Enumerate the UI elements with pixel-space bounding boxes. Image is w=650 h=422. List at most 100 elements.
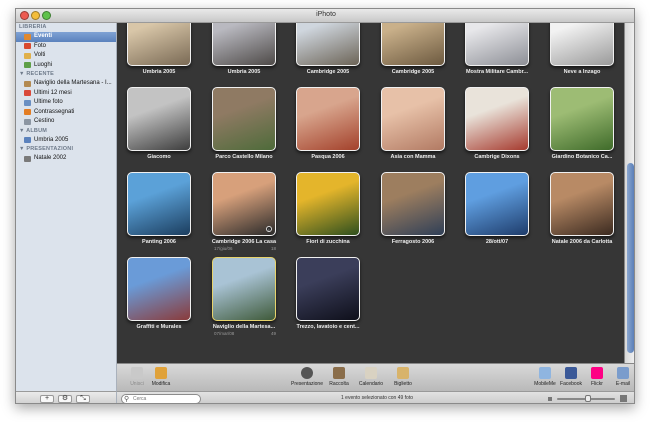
- toolbar-button-edit-pencil[interactable]: Modifica: [141, 367, 181, 387]
- event-tile[interactable]: Trezzo, lavatoio e cent...: [286, 257, 370, 337]
- sidebar-item[interactable]: Volti: [16, 51, 116, 61]
- event-tile[interactable]: Naviglio della Martesa... 07/mar/08 49: [202, 257, 286, 337]
- event-title[interactable]: Graffiti e Murales: [117, 324, 201, 330]
- event-thumbnail[interactable]: [550, 23, 614, 66]
- calendar-icon: [365, 367, 377, 379]
- search-input[interactable]: [133, 395, 199, 403]
- search-field[interactable]: ⚲: [121, 394, 201, 403]
- event-thumbnail[interactable]: [381, 172, 445, 236]
- toolbar-button-mail[interactable]: E-mail: [603, 367, 634, 387]
- event-thumbnail[interactable]: i: [212, 172, 276, 236]
- event-tile[interactable]: Umbria 2005: [117, 23, 201, 82]
- sidebar-item-label: Foto: [34, 42, 47, 49]
- event-thumbnail[interactable]: [212, 23, 276, 66]
- scrollbar-thumb[interactable]: [627, 163, 634, 353]
- event-tile[interactable]: Parco Castello Milano: [202, 87, 286, 167]
- event-tile[interactable]: Natale 2006 da Carlotta: [540, 172, 624, 252]
- event-thumbnail[interactable]: [296, 172, 360, 236]
- event-thumbnail[interactable]: [550, 87, 614, 151]
- vertical-scrollbar[interactable]: [624, 23, 634, 363]
- event-thumbnail[interactable]: [465, 23, 529, 66]
- toolbar-button-card[interactable]: Biglietto: [383, 367, 423, 387]
- event-thumbnail[interactable]: [465, 172, 529, 236]
- event-tile[interactable]: i Cambridge 2006 La casa 17/giu/06 18: [202, 172, 286, 252]
- trash-icon: [24, 118, 31, 125]
- events-grid[interactable]: Umbria 2005 Umbria 2005 Cambridge 2005 Camb…: [117, 23, 624, 363]
- sidebar-item[interactable]: Umbria 2005: [16, 136, 116, 146]
- add-button[interactable]: +: [40, 395, 54, 403]
- event-title[interactable]: Naviglio della Martesa...: [202, 324, 286, 330]
- event-tile[interactable]: Graffiti e Murales: [117, 257, 201, 337]
- event-title[interactable]: Umbria 2005: [117, 69, 201, 75]
- gear-icon: ⚙: [61, 395, 69, 402]
- event-thumbnail[interactable]: [127, 257, 191, 321]
- play-icon: [301, 367, 313, 379]
- event-title[interactable]: Cambridge 2006 La casa: [202, 239, 286, 245]
- event-tile[interactable]: Giardino Botanico Ca...: [540, 87, 624, 167]
- event-title[interactable]: Fiori di zucchina: [286, 239, 370, 245]
- event-thumbnail[interactable]: [127, 23, 191, 66]
- event-title[interactable]: Pasqua 2006: [286, 154, 370, 160]
- event-tile[interactable]: Neve a Inzago: [540, 23, 624, 82]
- event-thumbnail[interactable]: [381, 87, 445, 151]
- fullscreen-button[interactable]: ⤡: [76, 395, 90, 403]
- sidebar-item[interactable]: Ultimi 12 mesi: [16, 89, 116, 99]
- event-tile[interactable]: Mostra Militare Cambr...: [455, 23, 539, 82]
- event-title[interactable]: Asia con Mamma: [371, 154, 455, 160]
- event-thumbnail[interactable]: [127, 87, 191, 151]
- sidebar-section-header: ▼ PRESENTAZIONI: [19, 146, 74, 152]
- event-title[interactable]: 28/ott/07: [455, 239, 539, 245]
- event-title[interactable]: Natale 2006 da Carlotta: [540, 239, 624, 245]
- event-thumbnail[interactable]: [212, 257, 276, 321]
- info-icon[interactable]: i: [266, 226, 272, 232]
- event-tile[interactable]: Fiori di zucchina: [286, 172, 370, 252]
- event-tile[interactable]: Cambridge 2005: [286, 23, 370, 82]
- event-tile[interactable]: Asia con Mamma: [371, 87, 455, 167]
- sidebar-item[interactable]: Luoghi: [16, 61, 116, 71]
- event-thumbnail[interactable]: [212, 87, 276, 151]
- event-thumbnail[interactable]: [465, 87, 529, 151]
- event-title[interactable]: Giardino Botanico Ca...: [540, 154, 624, 160]
- event-title[interactable]: Parco Castello Milano: [202, 154, 286, 160]
- event-thumbnail[interactable]: [296, 23, 360, 66]
- event-tile[interactable]: Cambridge 2005: [371, 23, 455, 82]
- event-title[interactable]: Cambrige Dixons: [455, 154, 539, 160]
- sidebar-item[interactable]: Eventi: [16, 32, 116, 42]
- toolbar-label: Modifica: [151, 381, 171, 387]
- event-title[interactable]: Cambridge 2005: [371, 69, 455, 75]
- event-thumbnail[interactable]: [550, 172, 614, 236]
- event-tile[interactable]: Umbria 2005: [202, 23, 286, 82]
- event-tile[interactable]: Cambrige Dixons: [455, 87, 539, 167]
- event-tile[interactable]: Panting 2006: [117, 172, 201, 252]
- event-title[interactable]: Mostra Militare Cambr...: [455, 69, 539, 75]
- event-thumbnail[interactable]: [296, 257, 360, 321]
- sidebar-item[interactable]: Ultime foto: [16, 98, 116, 108]
- event-tile[interactable]: Pasqua 2006: [286, 87, 370, 167]
- sidebar-item[interactable]: Cestino: [16, 117, 116, 127]
- event-tile[interactable]: Giacomo: [117, 87, 201, 167]
- event-tile[interactable]: 28/ott/07: [455, 172, 539, 252]
- event-title[interactable]: Trezzo, lavatoio e cent...: [286, 324, 370, 330]
- sidebar-item[interactable]: Naviglio della Martesana - I...: [16, 79, 116, 89]
- event-tile[interactable]: Ferragosto 2006: [371, 172, 455, 252]
- event-thumbnail[interactable]: [127, 172, 191, 236]
- event-thumbnail[interactable]: [296, 87, 360, 151]
- event-title[interactable]: Ferragosto 2006: [371, 239, 455, 245]
- sidebar-item[interactable]: Contrassegnati: [16, 108, 116, 118]
- zoom-slider[interactable]: [557, 395, 615, 402]
- sidebar-section-header: ▼ RECENTE: [19, 71, 55, 77]
- zoom-small-icon: [548, 397, 552, 401]
- event-title[interactable]: Cambridge 2005: [286, 69, 370, 75]
- event-thumbnail[interactable]: [381, 23, 445, 66]
- sidebar-item[interactable]: Natale 2002: [16, 154, 116, 164]
- event-title[interactable]: Giacomo: [117, 154, 201, 160]
- action-button[interactable]: ⚙: [58, 395, 72, 403]
- sidebar-section-header: ▼ ALBUM: [19, 127, 48, 134]
- event-title[interactable]: Neve a Inzago: [540, 69, 624, 75]
- event-title[interactable]: Umbria 2005: [202, 69, 286, 75]
- flag-icon: [24, 109, 31, 115]
- zoom-slider-knob[interactable]: [585, 395, 591, 402]
- search-icon: ⚲: [124, 396, 130, 403]
- event-title[interactable]: Panting 2006: [117, 239, 201, 245]
- sidebar-item[interactable]: Foto: [16, 42, 116, 52]
